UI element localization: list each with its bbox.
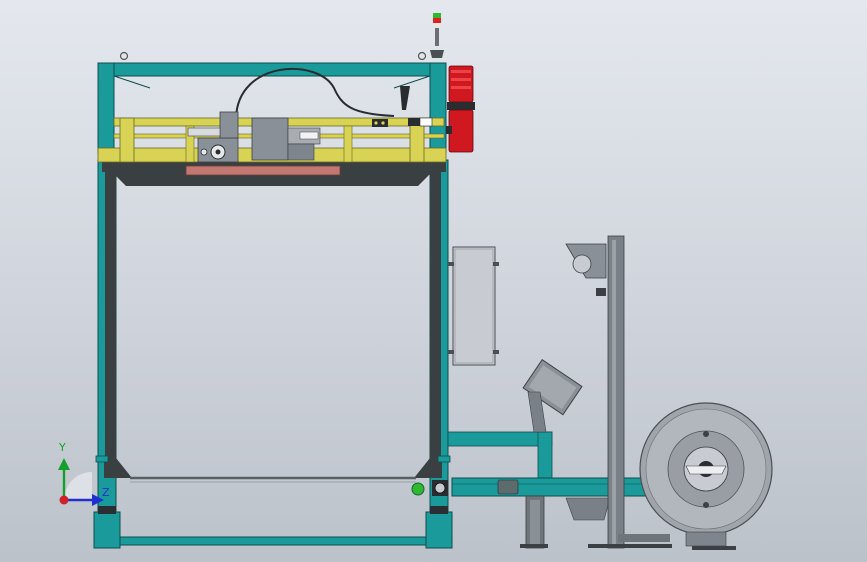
inner-frame-right [430, 172, 441, 472]
lifting-eye-left [119, 51, 129, 61]
strap-reel [639, 402, 773, 550]
pressure-bar [185, 165, 341, 176]
axis-y-label: Y [59, 441, 66, 454]
actuator-body [251, 117, 289, 161]
top-carriage [97, 67, 447, 176]
header-left-post [97, 62, 115, 154]
left-foot [93, 511, 121, 549]
header-right-post [429, 62, 447, 154]
machine-drawing [58, 13, 773, 550]
axis-z-label: Z [102, 486, 110, 499]
drive-motor [446, 65, 475, 153]
top-beam [97, 62, 447, 77]
signal-tower [430, 13, 444, 58]
base-crossbar [119, 536, 427, 546]
lifting-eye-right [417, 51, 427, 61]
triad-x-axis [59, 495, 69, 505]
coordinate-triad [58, 458, 104, 506]
control-cabinet [448, 246, 499, 366]
inner-frame-left [105, 172, 116, 472]
cad-viewport[interactable]: Y Z [0, 0, 867, 562]
right-foot [425, 511, 453, 549]
